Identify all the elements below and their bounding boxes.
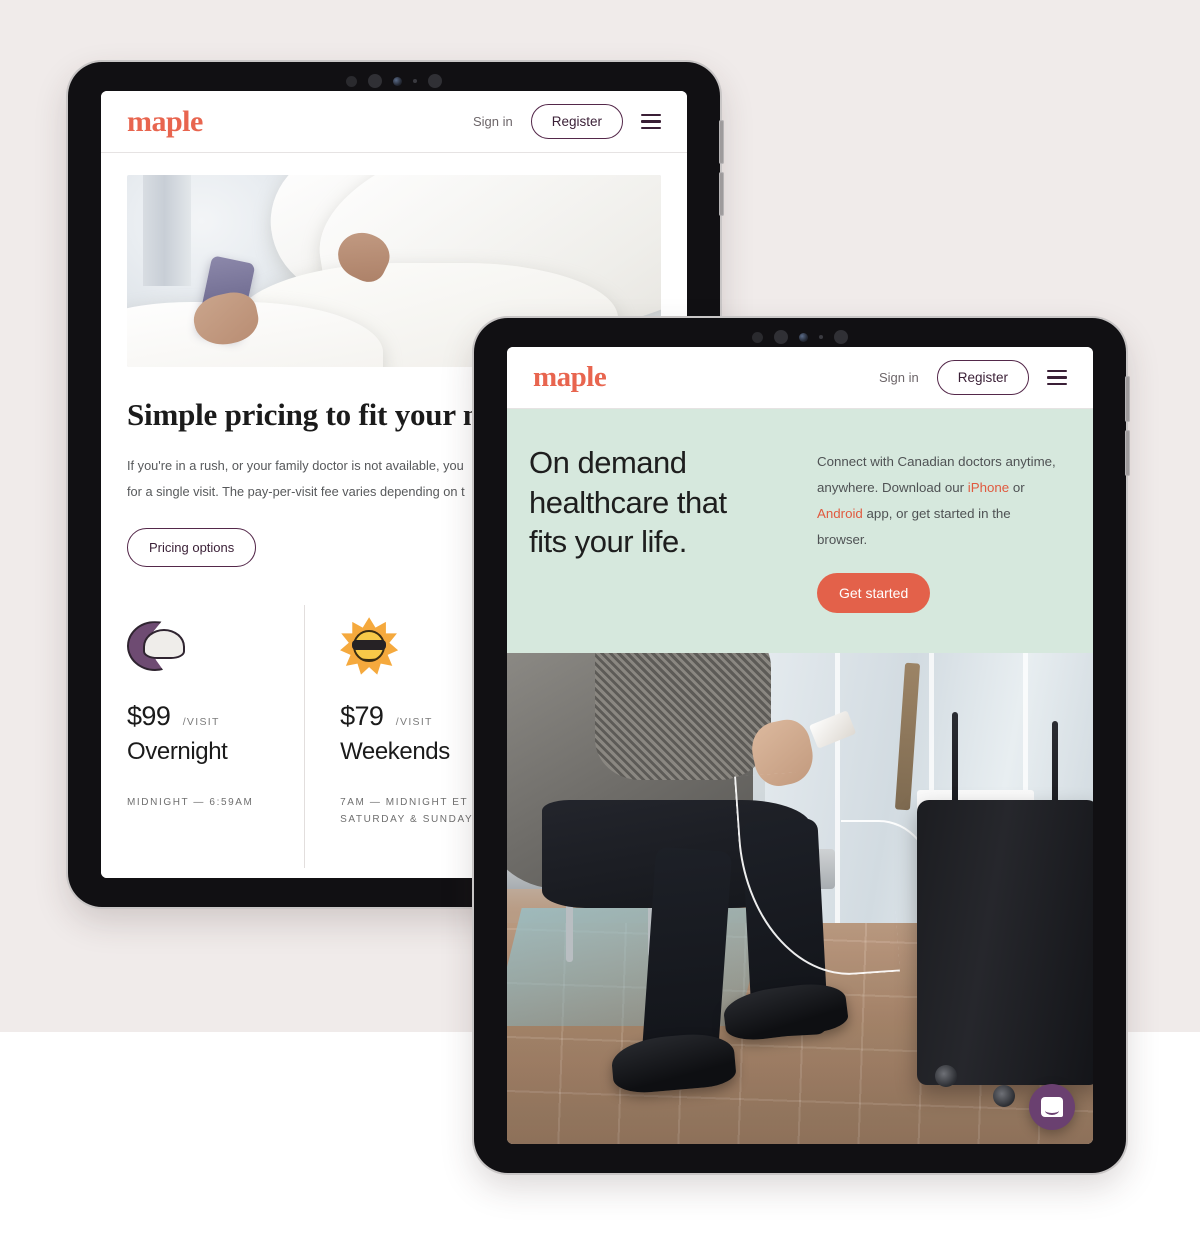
sensor-dot-icon (413, 79, 417, 83)
tweed-sweater-shape (594, 652, 771, 781)
chat-smile-icon[interactable] (1029, 1084, 1075, 1130)
hero-heading-line-3: fits your life. (529, 524, 687, 560)
front-camera-row-pricing (346, 74, 442, 88)
price-amount: $99 (127, 701, 171, 732)
get-started-button[interactable]: Get started (817, 572, 931, 613)
rolling-suitcase-shape (917, 800, 1093, 1086)
hero-image-airport-traveler (507, 652, 1093, 1144)
volume-up-button[interactable] (1125, 376, 1130, 422)
hamburger-menu-icon[interactable] (1047, 370, 1067, 385)
camera-lens-icon (393, 76, 402, 86)
hero-copy-block: Connect with Canadian doctors anytime, a… (817, 443, 1063, 613)
speaker-dot-icon (346, 75, 357, 87)
camera-lens-icon (799, 332, 808, 342)
hero-banner: On demand healthcare that fits your life… (507, 409, 1093, 653)
hero-heading: On demand healthcare that fits your life… (529, 443, 801, 562)
ondemand-page-screen: maple Sign in Register On demand healthc… (507, 347, 1093, 1144)
pricing-description-line-1: If you're in a rush, or your family doct… (127, 458, 464, 473)
screenshot-stage: maple Sign in Register Simple pricing to… (0, 0, 1200, 1260)
price-per-unit: /VISIT (395, 716, 433, 729)
hero-heading-line-1: On demand (529, 445, 687, 480)
crescent-moon-icon (127, 617, 185, 675)
pricing-amount-row: $79 /VISIT (340, 701, 482, 732)
card-divider (304, 605, 306, 869)
price-hours-line-2: SATURDAY & SUNDAY (340, 814, 474, 826)
pricing-options-button[interactable]: Pricing options (127, 528, 257, 568)
price-hours-line-1: MIDNIGHT — 6:59AM (127, 797, 254, 809)
volume-down-button[interactable] (719, 172, 724, 216)
tablet-device-ondemand: maple Sign in Register On demand healthc… (474, 318, 1130, 1173)
speaker-dot-icon (752, 331, 763, 343)
volume-down-button[interactable] (1125, 430, 1130, 476)
sensor-dot-icon (819, 335, 823, 339)
speaker-dot-icon (774, 330, 788, 344)
sign-in-link[interactable]: Sign in (879, 370, 919, 385)
price-amount: $79 (340, 701, 384, 732)
pricing-card-weekends[interactable]: $79 /VISIT Weekends 7AM — MIDNIGHT ET SA… (304, 605, 482, 869)
speaker-dot-icon (428, 74, 442, 88)
price-hours-line-1: 7AM — MIDNIGHT ET (340, 797, 469, 809)
register-button[interactable]: Register (530, 104, 623, 139)
price-per-unit: /VISIT (182, 716, 220, 729)
maple-logo[interactable]: maple (533, 363, 607, 392)
pricing-card-overnight[interactable]: $99 /VISIT Overnight MIDNIGHT — 6:59AM (127, 617, 304, 828)
front-camera-row-ondemand (752, 330, 848, 344)
hamburger-menu-icon[interactable] (641, 114, 661, 129)
hero-desc-middle: or (1009, 479, 1025, 495)
speaker-dot-icon (834, 330, 848, 344)
pricing-amount-row: $99 /VISIT (127, 701, 304, 732)
price-plan-title: Weekends (340, 738, 450, 766)
window-frame-shape (143, 175, 192, 287)
price-hours: 7AM — MIDNIGHT ET SATURDAY & SUNDAY (340, 794, 482, 828)
site-header-pricing: maple Sign in Register (101, 91, 687, 153)
suitcase-wheel-shape (934, 1065, 957, 1088)
sign-in-link[interactable]: Sign in (473, 114, 513, 129)
price-hours: MIDNIGHT — 6:59AM (127, 794, 304, 811)
header-nav-right: Sign in Register (879, 360, 1067, 395)
android-link[interactable]: Android (817, 506, 863, 521)
register-button[interactable]: Register (936, 360, 1029, 395)
hero-heading-block: On demand healthcare that fits your life… (529, 443, 801, 613)
site-header-ondemand: maple Sign in Register (507, 347, 1093, 409)
speaker-dot-icon (368, 74, 382, 88)
volume-up-button[interactable] (719, 120, 724, 164)
hero-description: Connect with Canadian doctors anytime, a… (817, 449, 1063, 553)
chat-bubble-glyph (1041, 1097, 1063, 1117)
maple-logo[interactable]: maple (127, 106, 203, 137)
hero-heading-line-2: healthcare that (529, 484, 727, 520)
iphone-link[interactable]: iPhone (968, 480, 1009, 495)
header-nav-right: Sign in Register (473, 104, 661, 139)
price-plan-title: Overnight (127, 738, 228, 766)
pricing-description-line-2: for a single visit. The pay-per-visit fe… (127, 483, 465, 499)
sun-with-sunglasses-icon (340, 617, 399, 675)
